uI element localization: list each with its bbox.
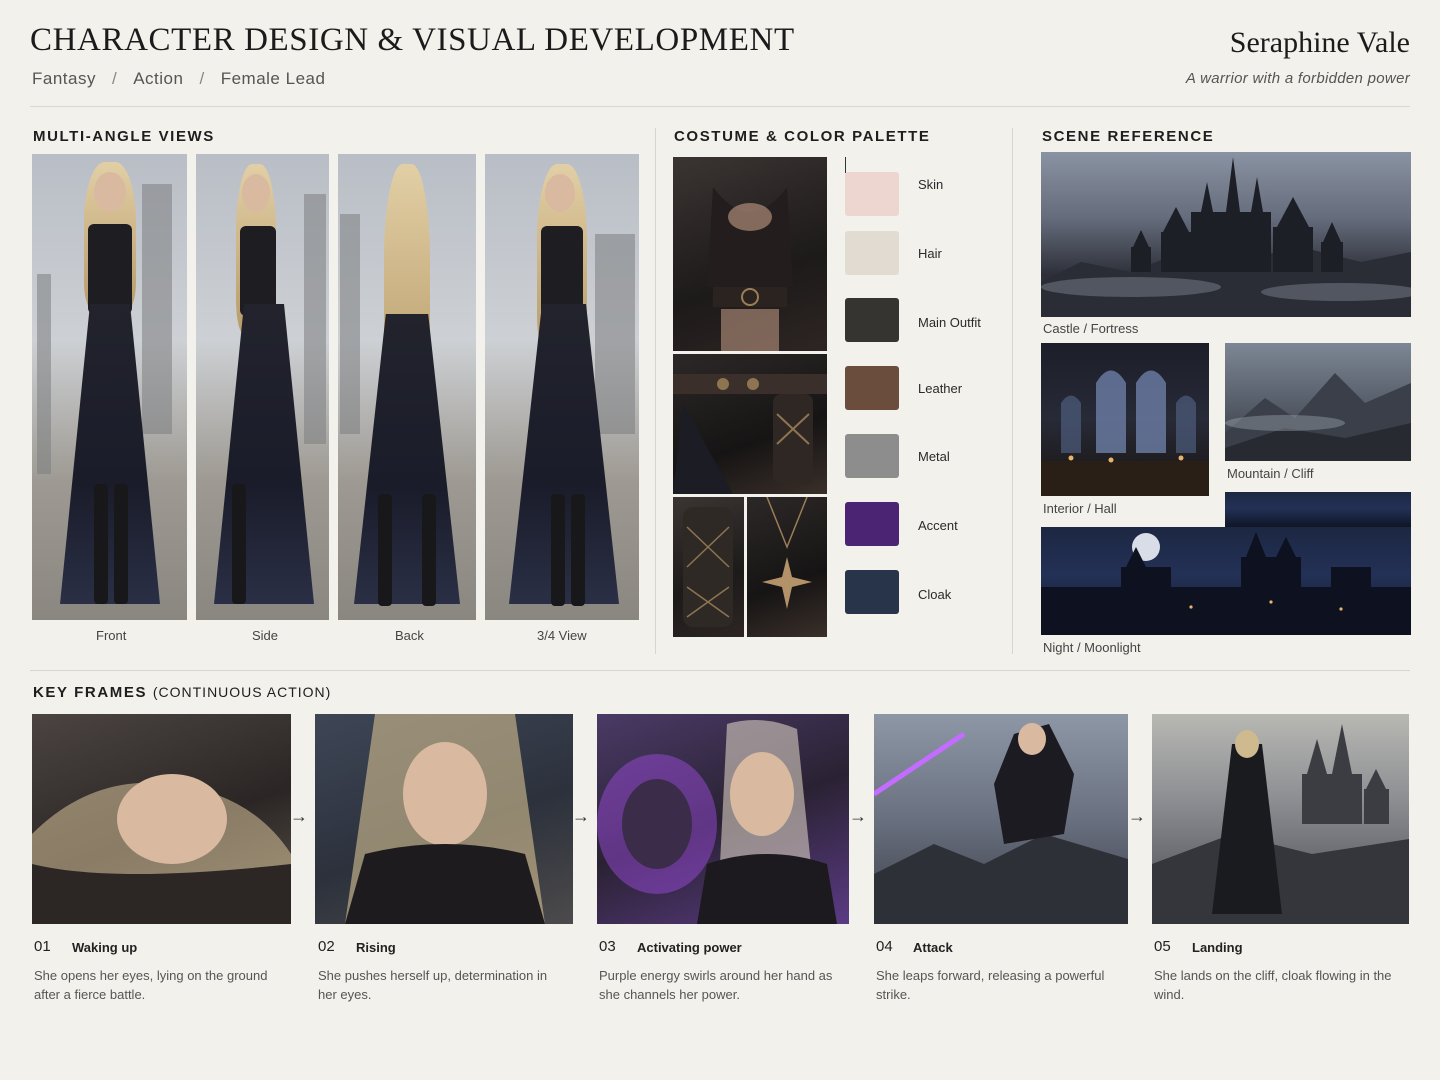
angle-view-back-image (338, 154, 476, 620)
key-frame-title: Activating power (637, 940, 742, 955)
page-title: CHARACTER DESIGN & VISUAL DEVELOPMENT (30, 22, 795, 58)
mountain-drawing (1225, 373, 1411, 461)
key-frame-description: She pushes herself up, determination in … (318, 968, 548, 1002)
costume-top-detail-image (673, 157, 827, 351)
costume-belt-detail-image (673, 354, 827, 494)
key-frame-number: 04 (876, 938, 893, 955)
angle-view-label: Back (395, 628, 424, 643)
arrow-right-icon: → (290, 806, 308, 826)
key-frame-number: 01 (34, 938, 51, 955)
costume-bracer-drawing (683, 507, 733, 627)
hall-drawing (1041, 370, 1209, 496)
genre-breadcrumb: Fantasy / Action / Female Lead (32, 69, 325, 89)
swatch-skin (845, 172, 899, 216)
genre-separator: / (199, 69, 205, 88)
arrow-right-icon: → (572, 806, 590, 826)
castle-drawing (1041, 157, 1411, 317)
key-frame-description: She lands on the cliff, cloak flowing in… (1154, 968, 1392, 1002)
swatch-label-main-outfit: Main Outfit (918, 315, 981, 330)
key-frame-number: 02 (318, 938, 335, 955)
key-frame-image-03 (597, 714, 849, 924)
character-tagline: A warrior with a forbidden power (1185, 70, 1410, 87)
angle-view-front-image (32, 154, 187, 620)
angle-view-three-quarter-image (485, 154, 639, 620)
swatch-label-metal: Metal (918, 449, 950, 464)
key-frame-03-drawing (597, 720, 837, 924)
scene-mountain-image (1225, 343, 1411, 461)
genre-fantasy: Fantasy (32, 69, 96, 88)
key-frame-02-drawing (345, 714, 545, 924)
angle-view-side-image (196, 154, 329, 620)
scene-label-castle: Castle / Fortress (1043, 321, 1139, 336)
angle-view-label: Front (96, 628, 127, 643)
swatch-hair (845, 231, 899, 275)
costume-title: COSTUME & COLOR PALETTE (674, 128, 931, 145)
scene-label-night: Night / Moonlight (1043, 640, 1141, 655)
section-divider (30, 670, 1410, 671)
key-frame-title: Landing (1192, 940, 1243, 955)
scene-label-interior: Interior / Hall (1043, 501, 1117, 516)
swatch-label-hair: Hair (918, 246, 942, 261)
night-drawing (1041, 532, 1411, 635)
angle-view-label: Side (252, 628, 279, 643)
key-frame-04-drawing (874, 723, 1128, 924)
scene-castle-image (1041, 152, 1411, 317)
scene-night-image (1041, 527, 1411, 635)
swatch-leather (845, 366, 899, 410)
costume-bracer-detail-image (673, 497, 744, 637)
swatch-label-accent: Accent (918, 518, 958, 533)
key-frame-05-drawing (1152, 724, 1409, 924)
key-frame-title: Attack (913, 940, 953, 955)
swatch-label-leather: Leather (918, 381, 963, 396)
swatch-cloak (845, 570, 899, 614)
key-frame-image-01 (32, 714, 291, 924)
key-frame-image-04 (874, 714, 1128, 924)
swatch-label-cloak: Cloak (918, 587, 952, 602)
key-frame-01-drawing (32, 774, 291, 924)
key-frame-image-02 (315, 714, 573, 924)
key-frame-title: Rising (356, 940, 396, 955)
character-name: Seraphine Vale (1229, 26, 1410, 59)
swatch-accent (845, 502, 899, 546)
key-frame-number: 05 (1154, 938, 1171, 955)
costume-pendant-detail-image (747, 497, 827, 637)
scene-label-mountain: Mountain / Cliff (1227, 466, 1314, 481)
key-frame-image-05 (1152, 714, 1409, 924)
key-frame-description: Purple energy swirls around her hand as … (599, 968, 833, 1002)
key-frame-description: She opens her eyes, lying on the ground … (34, 968, 268, 1002)
costume-pendant-drawing (762, 497, 812, 609)
key-frame-title: Waking up (72, 940, 138, 955)
costume-top-drawing (707, 187, 793, 351)
swatch-label-skin: Skin (918, 177, 944, 192)
arrow-right-icon: → (849, 806, 867, 826)
multi-angle-title: MULTI-ANGLE VIEWS (33, 128, 215, 145)
header-divider (30, 106, 1410, 107)
scene-night-image-top (1225, 492, 1411, 528)
column-divider (1012, 128, 1013, 654)
swatch-main-outfit (845, 298, 899, 342)
palette-cursor-mark (845, 157, 846, 173)
angle-view-label: 3/4 View (537, 628, 587, 643)
genre-female-lead: Female Lead (220, 69, 326, 88)
scene-interior-image (1041, 343, 1209, 496)
arrow-right-icon: → (1128, 806, 1146, 826)
key-frames-title-text: KEY FRAMES (33, 684, 148, 701)
swatch-metal (845, 434, 899, 478)
scene-title: SCENE REFERENCE (1042, 128, 1215, 145)
genre-action: Action (133, 69, 184, 88)
key-frame-number: 03 (599, 938, 616, 955)
genre-separator: / (111, 69, 118, 88)
key-frame-description: She leaps forward, releasing a powerful … (876, 968, 1105, 1002)
key-frames-subtitle: (CONTINUOUS ACTION) (152, 684, 332, 700)
costume-belt-drawing (673, 374, 827, 494)
key-frames-title: KEY FRAMES (CONTINUOUS ACTION) (33, 684, 331, 701)
column-divider (655, 128, 656, 654)
